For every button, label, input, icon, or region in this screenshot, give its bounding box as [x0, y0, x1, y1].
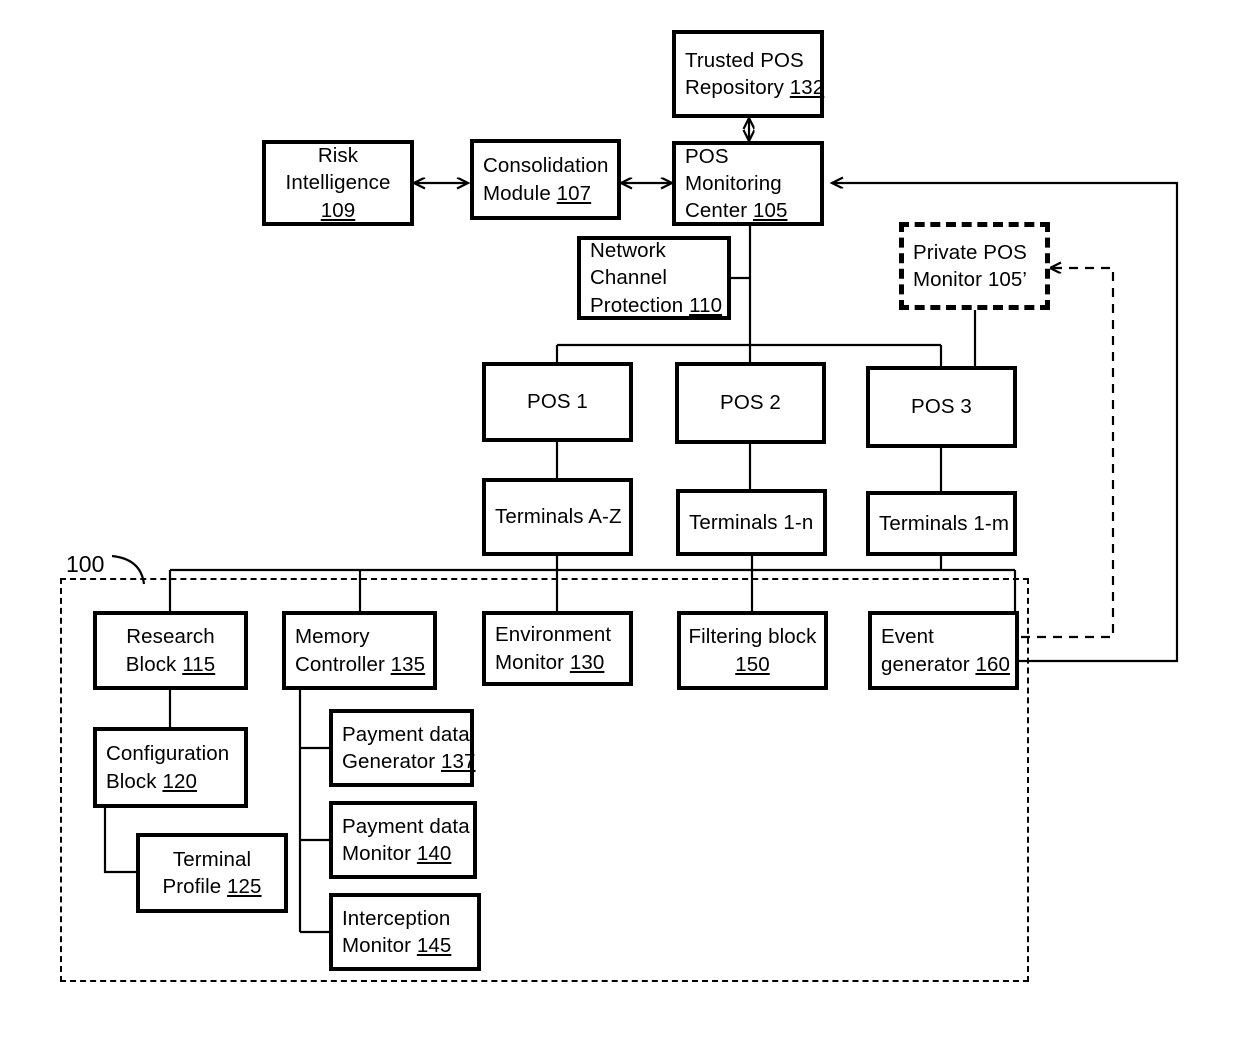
node-terminals-a-z[interactable]: Terminals A-Z: [482, 478, 633, 556]
node-ref: 137: [441, 750, 476, 773]
node-line: Event: [881, 625, 934, 649]
node-line: Configuration: [106, 742, 230, 766]
node-line: Private POS: [913, 240, 1027, 264]
node-line: generator: [881, 652, 976, 676]
node-line: Terminals A-Z: [495, 505, 622, 529]
node-line: Filtering block: [688, 625, 817, 649]
node-line: Interception: [342, 906, 451, 930]
node-line: Generator: [342, 750, 441, 773]
node-line: Payment data: [342, 814, 470, 838]
node-terminals-1-n[interactable]: Terminals 1-n: [676, 489, 827, 556]
node-line: Terminals 1-n: [689, 510, 814, 534]
node-line: Network: [590, 239, 666, 263]
node-private-pos-monitor[interactable]: Private POS Monitor 105’: [899, 222, 1050, 310]
node-pos-1[interactable]: POS 1: [482, 362, 633, 442]
node-line: POS 2: [720, 391, 781, 415]
node-line: Intelligence: [285, 171, 391, 195]
node-line: Center: [685, 199, 753, 223]
node-ref: 135: [390, 652, 426, 676]
figure-ref-100: 100: [66, 551, 105, 577]
node-memory-controller[interactable]: Memory Controller 135: [282, 611, 437, 690]
node-line: POS: [685, 144, 729, 168]
node-filtering-block[interactable]: Filtering block 150: [677, 611, 828, 690]
node-ref: 125: [227, 875, 262, 898]
node-ref: 140: [416, 842, 452, 865]
node-environment-monitor[interactable]: Environment Monitor 130: [482, 611, 633, 686]
node-ref: 130: [569, 650, 605, 674]
node-ref: 105: [752, 199, 788, 223]
node-ref: 115: [182, 652, 216, 676]
node-line: Monitor 105’: [913, 268, 1028, 291]
node-line: Environment: [495, 623, 612, 647]
node-line: Repository: [685, 76, 790, 99]
node-pos-2[interactable]: POS 2: [675, 362, 826, 444]
node-pos-monitoring-center[interactable]: POS Monitoring Center 105: [672, 141, 824, 226]
node-line: Payment data: [342, 722, 470, 746]
node-line: Block: [125, 652, 183, 676]
node-line: Profile: [162, 875, 228, 898]
node-risk-intelligence[interactable]: Risk Intelligence 109: [262, 140, 414, 226]
node-payment-data-monitor[interactable]: Payment data Monitor 140: [329, 801, 477, 879]
node-line: Monitoring: [685, 171, 782, 195]
node-payment-data-generator[interactable]: Payment data Generator 137: [329, 709, 476, 787]
node-line: POS 1: [527, 390, 588, 414]
node-ref: 120: [162, 769, 197, 793]
node-pos-3[interactable]: POS 3: [866, 366, 1017, 448]
node-event-generator[interactable]: Event generator 160: [868, 611, 1019, 690]
node-line: Trusted POS: [685, 48, 804, 72]
node-research-block[interactable]: Research Block 115: [93, 611, 248, 690]
node-line: Terminal: [172, 847, 252, 871]
node-consolidation-module[interactable]: Consolidation Module 107: [470, 139, 621, 220]
node-ref: 160: [975, 652, 1010, 676]
node-ref: 132: [789, 76, 825, 99]
node-interception-monitor[interactable]: Interception Monitor 145: [329, 893, 481, 971]
node-line: Protection: [590, 293, 690, 317]
node-ref: 107: [556, 181, 592, 205]
node-terminal-profile[interactable]: Terminal Profile 125: [136, 833, 288, 913]
node-line: Risk: [317, 144, 359, 168]
node-network-channel-protection[interactable]: Network Channel Protection 110: [577, 236, 731, 320]
node-line: Research: [126, 625, 215, 649]
node-ref: 109: [320, 198, 356, 222]
block-diagram: 100 Trusted POS Repository 132 Risk Inte…: [0, 0, 1240, 1059]
node-ref: 110: [689, 293, 723, 317]
node-configuration-block[interactable]: Configuration Block 120: [93, 727, 248, 808]
node-terminals-1-m[interactable]: Terminals 1-m: [866, 491, 1017, 556]
node-line: Channel: [590, 266, 668, 290]
node-ref: 150: [735, 652, 770, 676]
node-line: Block: [106, 769, 163, 793]
node-line: Monitor: [342, 842, 417, 865]
node-line: Controller: [295, 652, 391, 676]
node-ref: 145: [416, 934, 452, 957]
node-line: POS 3: [911, 395, 972, 419]
node-line: Module: [483, 181, 557, 205]
node-line: Terminals 1-m: [879, 511, 1010, 535]
node-line: Memory: [295, 625, 370, 649]
node-trusted-pos-repository[interactable]: Trusted POS Repository 132: [672, 30, 824, 118]
node-line: Monitor: [342, 934, 417, 957]
node-line: Consolidation: [483, 154, 609, 178]
node-line: Monitor: [495, 650, 570, 674]
